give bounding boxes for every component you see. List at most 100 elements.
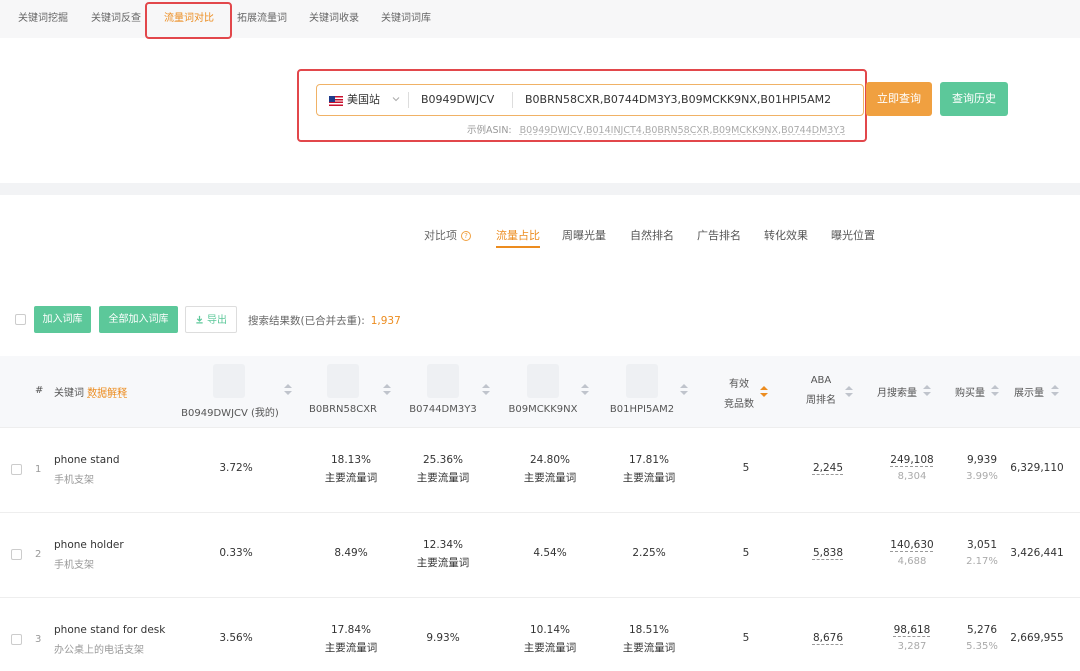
tab-traffic-share[interactable]: 流量占比	[496, 228, 540, 248]
tab-organic-rank[interactable]: 自然排名	[630, 228, 674, 244]
compare-asins-input[interactable]: B0BRN58CXR,B0744DM3Y3,B09MCKK9NX,B01HPI5…	[525, 85, 831, 115]
site-select[interactable]: 美国站	[347, 85, 380, 115]
keyword[interactable]: phone stand	[54, 454, 120, 466]
header-purchases: 购买量	[955, 388, 985, 399]
keyword-translation: 办公桌上的电话支架	[54, 645, 144, 656]
sort-icon[interactable]	[680, 384, 688, 396]
row-checkbox[interactable]	[11, 464, 22, 475]
product-thumbnail[interactable]	[427, 364, 459, 398]
tab-expand-traffic[interactable]: 拓展流量词	[237, 0, 287, 38]
impressions: 2,669,955	[1010, 632, 1064, 644]
select-all-checkbox[interactable]	[15, 314, 26, 325]
download-icon	[196, 315, 203, 324]
header-aba-rank: ABA 周排名	[806, 375, 836, 406]
divider	[512, 92, 513, 108]
keyword-translation: 手机支架	[54, 560, 94, 571]
share-cell: 18.51% 主要流量词	[622, 624, 676, 654]
product-thumbnail[interactable]	[626, 364, 658, 398]
sort-icon[interactable]	[991, 385, 999, 397]
add-to-library-button[interactable]: 加入词库	[34, 306, 91, 333]
keyword-translation: 手机支架	[54, 475, 94, 486]
header-asin-2: B0BRN58CXR	[308, 404, 378, 415]
product-thumbnail[interactable]	[327, 364, 359, 398]
share-mine: 3.72%	[219, 462, 253, 474]
tab-conversion[interactable]: 转化效果	[764, 228, 808, 244]
sort-icon[interactable]	[845, 386, 853, 398]
row-index: 2	[35, 549, 42, 560]
tab-keyword-reverse[interactable]: 关键词反查	[91, 0, 141, 38]
help-icon[interactable]: ?	[461, 231, 471, 241]
tab-exposure-position[interactable]: 曝光位置	[831, 228, 875, 244]
share-cell: 2.25%	[632, 547, 666, 559]
monthly-search: 249,108 8,304	[890, 454, 934, 482]
tab-ad-rank[interactable]: 广告排名	[697, 228, 741, 244]
add-all-to-library-button[interactable]: 全部加入词库	[99, 306, 178, 333]
product-thumbnail[interactable]	[213, 364, 245, 398]
aba-rank[interactable]: 8,676	[806, 632, 850, 644]
competitor-count: 5	[742, 462, 750, 474]
impressions: 6,329,110	[1010, 462, 1064, 474]
row-index: 3	[35, 634, 42, 645]
example-label: 示例ASIN:	[467, 125, 512, 136]
share-cell: 10.14% 主要流量词	[523, 624, 577, 654]
share-cell: 24.80% 主要流量词	[523, 454, 577, 484]
sort-icon[interactable]	[383, 384, 391, 396]
competitor-count: 5	[742, 547, 750, 559]
purchases: 9,939 3.99%	[966, 454, 998, 482]
purchases: 5,276 5.35%	[966, 624, 998, 652]
table-row[interactable]: 1 phone stand 手机支架 3.72% 18.13% 主要流量词 25.…	[0, 428, 1080, 513]
divider	[408, 92, 409, 108]
impressions: 3,426,441	[1010, 547, 1064, 559]
top-nav: 关键词挖掘 关键词反查 流量词对比 拓展流量词 关键词收录 关键词词库	[0, 0, 1080, 38]
my-asin-input[interactable]: B0949DWJCV	[421, 85, 494, 115]
row-checkbox[interactable]	[11, 549, 22, 560]
share-cell: 9.93%	[426, 632, 460, 644]
table-row[interactable]: 2 phone holder 手机支架 0.33% 8.49% 12.34% 主要…	[0, 513, 1080, 598]
sort-icon[interactable]	[760, 386, 768, 398]
share-mine: 3.56%	[219, 632, 253, 644]
header-impressions: 展示量	[1014, 388, 1044, 399]
export-button[interactable]: 导出	[185, 306, 237, 333]
row-checkbox[interactable]	[11, 634, 22, 645]
result-summary: 搜索结果数(已合并去重): 1,937	[248, 315, 401, 327]
table-row[interactable]: 3 phone stand for desk 办公桌上的电话支架 3.56% 1…	[0, 598, 1080, 671]
monthly-search: 98,618 3,287	[893, 624, 931, 652]
chevron-down-icon[interactable]	[391, 94, 401, 104]
row-index: 1	[35, 464, 42, 475]
sort-icon[interactable]	[923, 385, 931, 397]
share-cell: 17.81% 主要流量词	[622, 454, 676, 484]
sort-icon[interactable]	[482, 384, 490, 396]
query-history-button[interactable]: 查询历史	[940, 82, 1008, 116]
table-header: # 关键词 数据解释 B0949DWJCV (我的) B0BRN58CXR B0…	[0, 356, 1080, 428]
monthly-search: 140,630 4,688	[890, 539, 934, 567]
header-competitors: 有效 竞品数	[724, 379, 754, 410]
header-asin-mine: B0949DWJCV (我的)	[181, 408, 279, 419]
aba-rank[interactable]: 5,838	[806, 547, 850, 559]
product-thumbnail[interactable]	[527, 364, 559, 398]
us-flag-icon	[329, 96, 343, 106]
keyword[interactable]: phone stand for desk	[54, 624, 165, 636]
keyword[interactable]: phone holder	[54, 539, 124, 551]
share-cell: 8.49%	[334, 547, 368, 559]
tab-keyword-library[interactable]: 关键词词库	[381, 0, 431, 38]
example-asin-link[interactable]: B0949DWJCV,B014INJCT4,B0BRN58CXR,B09MCKK…	[520, 125, 846, 136]
tab-keyword-mining[interactable]: 关键词挖掘	[18, 0, 68, 38]
tab-weekly-exposure[interactable]: 周曝光量	[562, 228, 606, 244]
data-explanation-link[interactable]: 数据解释	[87, 388, 127, 399]
asin-search-box[interactable]: 美国站 B0949DWJCV B0BRN58CXR,B0744DM3Y3,B09…	[316, 84, 864, 116]
result-count: 1,937	[370, 315, 401, 327]
purchases: 3,051 2.17%	[966, 539, 998, 567]
sort-icon[interactable]	[1051, 385, 1059, 397]
share-cell: 25.36% 主要流量词	[416, 454, 470, 484]
share-cell: 4.54%	[533, 547, 567, 559]
header-asin-5: B01HPI5AM2	[609, 404, 675, 415]
sort-icon[interactable]	[284, 384, 292, 396]
query-button[interactable]: 立即查询	[866, 82, 932, 116]
section-divider	[0, 183, 1080, 195]
compare-label: 对比项?	[424, 228, 471, 244]
tab-traffic-compare[interactable]: 流量词对比	[164, 0, 214, 38]
example-asin: 示例ASIN: B0949DWJCV,B014INJCT4,B0BRN58CXR,…	[467, 122, 845, 136]
sort-icon[interactable]	[581, 384, 589, 396]
aba-rank[interactable]: 2,245	[806, 462, 850, 474]
tab-keyword-index[interactable]: 关键词收录	[309, 0, 359, 38]
